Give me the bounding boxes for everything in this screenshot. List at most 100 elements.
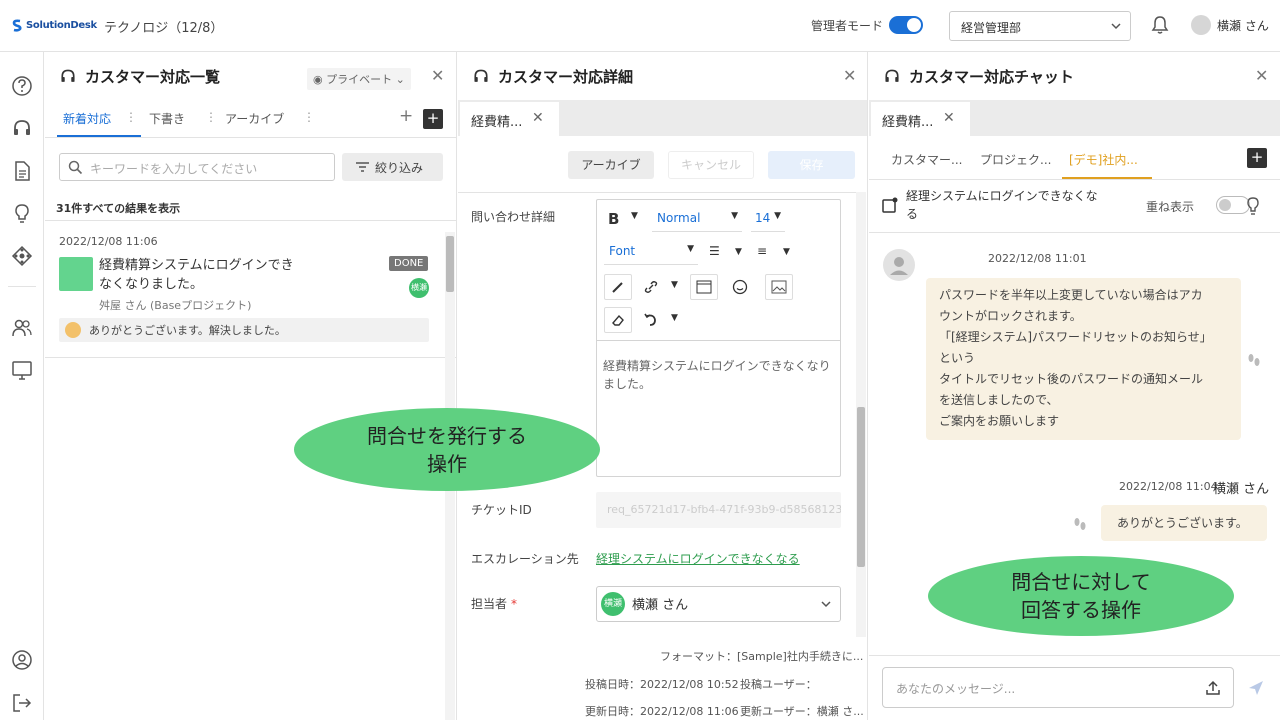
company-label: テクノロジ（12/8） xyxy=(104,21,224,36)
subtab-project[interactable]: プロジェク... xyxy=(980,151,1051,168)
annotation-line: 問合せに対して xyxy=(1011,570,1151,594)
undo-icon[interactable] xyxy=(637,307,665,333)
send-icon[interactable] xyxy=(1247,679,1265,697)
bold-button[interactable]: B xyxy=(608,210,619,228)
font-family-value: Font xyxy=(609,244,636,258)
tab-archive[interactable]: アーカイブ xyxy=(225,110,284,127)
filter-icon xyxy=(356,162,369,172)
caret-icon[interactable]: ▼ xyxy=(671,280,678,290)
user-name[interactable]: 横瀬 さん xyxy=(1217,17,1269,34)
logout-icon[interactable] xyxy=(11,692,33,714)
format-meta: フォーマット：[Sample]社内手続きに... xyxy=(660,650,864,663)
message-input[interactable]: あなたのメッセージ... xyxy=(882,667,1234,708)
subtab-demo-internal[interactable]: [デモ]社内... xyxy=(1069,151,1138,168)
tab-chat[interactable]: 経費精... ✕ xyxy=(871,102,970,136)
divider xyxy=(869,232,1280,233)
bell-icon[interactable] xyxy=(1151,15,1169,35)
archive-button[interactable]: アーカイブ xyxy=(568,151,654,179)
add-button[interactable]: + xyxy=(1247,148,1267,168)
logo-icon xyxy=(12,19,22,32)
chevron-down-icon xyxy=(1111,23,1121,30)
users-icon[interactable] xyxy=(11,317,33,339)
detail-scrollbar[interactable] xyxy=(856,192,866,637)
list-icon[interactable]: ☰ xyxy=(709,244,720,258)
close-icon[interactable]: ✕ xyxy=(1255,66,1268,85)
headset-icon xyxy=(885,69,899,82)
paragraph-style-select[interactable]: Normal ▼ xyxy=(652,208,742,232)
department-select[interactable]: 経営管理部 xyxy=(949,11,1131,41)
admin-mode-toggle[interactable] xyxy=(889,16,923,34)
plus-icon[interactable]: + xyxy=(399,106,413,126)
close-icon[interactable]: ✕ xyxy=(532,110,544,126)
caret-icon[interactable]: ▼ xyxy=(671,313,678,323)
list-tabs: 新着対応 ⋮ 下書き ⋮ アーカイブ ⋮ + + xyxy=(45,100,456,138)
list-item[interactable]: 2022/12/08 11:06 経費精算システムにログインできなくなりました。… xyxy=(45,220,456,358)
assignee-avatar: 横瀬 xyxy=(601,592,625,616)
chat-tab-bar: 経費精... ✕ xyxy=(869,100,1280,136)
caret-icon[interactable]: ▼ xyxy=(631,211,638,221)
caret-icon[interactable]: ▼ xyxy=(783,247,790,257)
detail-pane-header: カスタマー対応詳細 xyxy=(472,66,633,87)
avatar xyxy=(883,249,915,281)
message-sender: 横瀬 さん xyxy=(1213,482,1270,497)
cancel-button[interactable]: キャンセル xyxy=(668,151,754,179)
message-line: を送信しましたので、 xyxy=(939,393,1059,407)
headset-icon xyxy=(61,69,75,82)
image-icon[interactable] xyxy=(765,274,793,300)
divider xyxy=(869,179,1280,180)
font-size-select[interactable]: 14 ▼ xyxy=(751,208,785,232)
tab-menu-icon[interactable]: ⋮ xyxy=(205,110,217,124)
account-icon[interactable] xyxy=(11,649,33,671)
align-icon[interactable]: ≡ xyxy=(757,244,767,258)
close-icon[interactable]: ✕ xyxy=(431,66,444,85)
font-family-select[interactable]: Font ▼ xyxy=(604,241,698,265)
message-bubble: ありがとうございます。 xyxy=(1101,505,1267,541)
eraser-icon[interactable] xyxy=(604,307,632,333)
tab-new[interactable]: 新着対応 xyxy=(63,110,111,127)
caret-icon[interactable]: ▼ xyxy=(735,247,742,257)
code-block-icon[interactable] xyxy=(690,274,718,300)
inquiry-detail-label: 問い合わせ詳細 xyxy=(471,210,556,224)
filter-button[interactable]: 絞り込み xyxy=(342,153,443,181)
monitor-icon[interactable] xyxy=(11,359,33,381)
customer-detail-pane: カスタマー対応詳細 ✕ 経費精... ✕ アーカイブ キャンセル 保存 問い合わ… xyxy=(458,52,868,720)
user-avatar[interactable] xyxy=(1191,15,1211,35)
save-button[interactable]: 保存 xyxy=(768,151,855,179)
search-input[interactable]: キーワードを入力してください xyxy=(59,153,335,181)
add-button[interactable]: + xyxy=(423,109,443,129)
tab-drafts[interactable]: 下書き xyxy=(149,110,185,127)
headset-icon[interactable] xyxy=(11,118,33,140)
upload-icon[interactable] xyxy=(1205,680,1221,696)
close-icon[interactable]: ✕ xyxy=(943,110,955,126)
tab-ticket[interactable]: 経費精... ✕ xyxy=(460,102,559,136)
emoji-icon[interactable] xyxy=(727,274,755,300)
assignee-label-text: 担当者 xyxy=(471,597,508,611)
help-icon[interactable] xyxy=(11,75,33,97)
thread-icon xyxy=(882,197,898,213)
message-line: パスワードを半年以上変更していない場合はアカ xyxy=(939,288,1203,302)
rich-text-editor[interactable]: B ▼ Normal ▼ 14 ▼ Font ▼ ☰ ▼ ≡ ▼ ▼ ▼ 経費精算シス… xyxy=(596,199,841,477)
poster: 投稿ユーザー： xyxy=(740,678,817,691)
document-icon[interactable] xyxy=(11,160,33,182)
page-title: カスタマー対応詳細 xyxy=(498,68,634,86)
lightbulb-icon[interactable] xyxy=(11,203,33,225)
escalation-link[interactable]: 経理システムにログインできなくなる xyxy=(596,550,800,567)
font-size-value: 14 xyxy=(755,211,771,225)
divider xyxy=(869,655,1280,656)
network-icon[interactable] xyxy=(11,245,33,267)
close-icon[interactable]: ✕ xyxy=(843,66,856,85)
tab-menu-icon[interactable]: ⋮ xyxy=(125,110,137,124)
editor-content[interactable]: 経費精算システムにログインできなくなりました。 xyxy=(603,357,835,393)
subtab-customer[interactable]: カスタマー... xyxy=(891,151,962,168)
item-thumbnail xyxy=(59,257,93,291)
assignee-select[interactable]: 横瀬 横瀬 さん xyxy=(596,586,841,622)
visibility-dropdown[interactable]: ◉ プライベート ⌄ xyxy=(307,68,411,90)
footprints-icon xyxy=(1074,518,1086,530)
tab-menu-icon[interactable]: ⋮ xyxy=(303,110,315,124)
brand-logo[interactable]: SolutionDesk xyxy=(12,19,97,32)
pen-icon[interactable] xyxy=(604,274,632,300)
footprints-icon xyxy=(1248,354,1260,366)
lightbulb-icon[interactable] xyxy=(1245,196,1261,216)
link-icon[interactable] xyxy=(637,274,665,300)
admin-mode-label: 管理者モード xyxy=(811,19,884,33)
